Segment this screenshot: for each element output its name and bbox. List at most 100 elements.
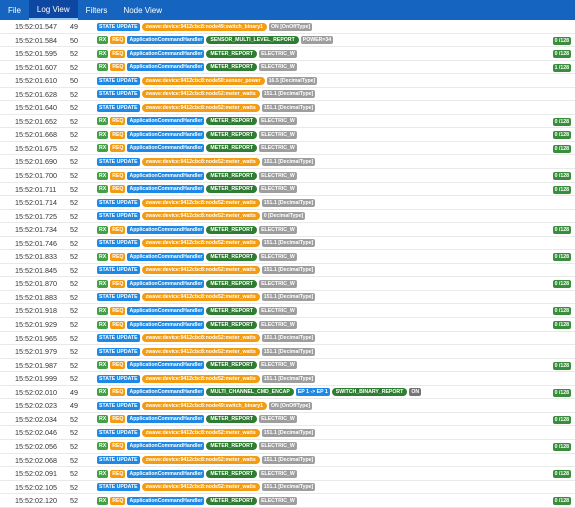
log-row[interactable]: 15:52:02.068 52 STATE UPDATE zwave:device:9… bbox=[0, 454, 575, 468]
log-row[interactable]: 15:52:01.883 52 STATE UPDATE zwave:device:9… bbox=[0, 291, 575, 305]
log-time: 15:52:01.675 bbox=[15, 143, 57, 153]
channel-uid-badge: zwave:device:9412cbc8:node52:meter_watts bbox=[141, 239, 260, 248]
log-badges: RX REQ ApplicationCommandHandler METER_REPO… bbox=[97, 320, 297, 329]
log-node-id: 52 bbox=[70, 103, 78, 113]
log-node-id: 49 bbox=[70, 387, 78, 397]
rx-badge: RX bbox=[97, 442, 109, 451]
log-row[interactable]: 15:52:01.929 52 RX REQ ApplicationCommandHan… bbox=[0, 318, 575, 332]
handler-badge: ApplicationCommandHandler bbox=[127, 361, 205, 370]
value-badge: ON bbox=[409, 388, 422, 397]
state-value-badge: 151.1 [DecimalType] bbox=[261, 428, 316, 437]
log-row[interactable]: 15:52:01.918 52 RX REQ ApplicationCommandHan… bbox=[0, 304, 575, 319]
log-row[interactable]: 15:52:01.595 52 RX REQ ApplicationCommandHan… bbox=[0, 47, 575, 61]
log-row[interactable]: 15:52:01.999 52 STATE UPDATE zwave:device:9… bbox=[0, 372, 575, 386]
handler-badge: ApplicationCommandHandler bbox=[127, 225, 205, 234]
log-row[interactable]: 15:52:01.725 52 STATE UPDATE zwave:device:9… bbox=[0, 210, 575, 224]
log-time: 15:52:01.700 bbox=[15, 171, 57, 181]
handler-badge: ApplicationCommandHandler bbox=[127, 469, 205, 478]
log-row[interactable]: 15:52:01.987 52 RX REQ ApplicationCommandHan… bbox=[0, 359, 575, 373]
report-type-badge: ELECTRIC_W bbox=[259, 117, 297, 126]
log-row[interactable]: 15:52:01.746 52 STATE UPDATE zwave:device:9… bbox=[0, 237, 575, 251]
rx-badge: RX bbox=[97, 279, 109, 288]
log-row[interactable]: 15:52:02.010 49 RX REQ ApplicationCommandHan… bbox=[0, 386, 575, 400]
channel-uid-badge: zwave:device:9412cbc8:node52:meter_watts bbox=[141, 334, 260, 343]
log-row[interactable]: 15:52:01.870 52 RX REQ ApplicationCommandHan… bbox=[0, 277, 575, 291]
log-row[interactable]: 15:52:01.714 52 STATE UPDATE zwave:device:9… bbox=[0, 196, 575, 210]
log-node-id: 52 bbox=[70, 130, 78, 140]
report-type-badge: ELECTRIC_W bbox=[259, 130, 297, 139]
log-time: 15:52:01.668 bbox=[15, 130, 57, 140]
log-row[interactable]: 15:52:01.965 52 STATE UPDATE zwave:device:9… bbox=[0, 332, 575, 346]
req-badge: REQ bbox=[110, 185, 126, 194]
log-row[interactable]: 15:52:02.091 52 RX REQ ApplicationCommandHan… bbox=[0, 467, 575, 481]
log-badges: RX REQ ApplicationCommandHandler METER_REPO… bbox=[97, 144, 297, 153]
channel-uid-badge: zwave:device:9412cbc8:node52:meter_watts bbox=[141, 456, 260, 464]
log-row[interactable]: 15:52:01.700 52 RX REQ ApplicationCommandHan… bbox=[0, 169, 575, 183]
log-row[interactable]: 15:52:02.046 52 STATE UPDATE zwave:device:9… bbox=[0, 426, 575, 440]
log-node-id: 52 bbox=[70, 482, 78, 492]
log-row[interactable]: 15:52:01.652 52 RX REQ ApplicationCommandHan… bbox=[0, 115, 575, 129]
log-time: 15:52:02.105 bbox=[15, 482, 57, 492]
log-row[interactable]: 15:52:01.675 52 RX REQ ApplicationCommandHan… bbox=[0, 142, 575, 156]
channel-uid-badge: zwave:device:9412cbc8:node52:meter_watts bbox=[141, 266, 260, 275]
log-node-id: 52 bbox=[70, 441, 78, 451]
log-time: 15:52:01.725 bbox=[15, 211, 57, 221]
log-time: 15:52:01.547 bbox=[15, 22, 57, 31]
log-row[interactable]: 15:52:01.628 52 STATE UPDATE zwave:device:9… bbox=[0, 88, 575, 102]
log-row[interactable]: 15:52:01.845 52 STATE UPDATE zwave:device:9… bbox=[0, 264, 575, 278]
tab-file[interactable]: File bbox=[0, 0, 29, 20]
log-row[interactable]: 15:52:02.056 52 RX REQ ApplicationCommandHan… bbox=[0, 440, 575, 454]
retry-count-badge: 0 /128 bbox=[552, 226, 571, 235]
handler-badge: ApplicationCommandHandler bbox=[127, 279, 205, 288]
log-node-id: 52 bbox=[70, 198, 78, 208]
state-value-badge: 151.1 [DecimalType] bbox=[261, 347, 316, 356]
handler-badge: ApplicationCommandHandler bbox=[127, 171, 205, 180]
tab-node-view[interactable]: Node View bbox=[115, 0, 170, 20]
log-row[interactable]: 15:52:01.711 52 RX REQ ApplicationCommandHan… bbox=[0, 183, 575, 197]
log-badges: RX REQ ApplicationCommandHandler METER_REPO… bbox=[97, 469, 297, 478]
log-badges: RX REQ ApplicationCommandHandler METER_REPO… bbox=[97, 496, 297, 505]
req-badge: REQ bbox=[110, 442, 126, 451]
log-row[interactable]: 15:52:01.833 52 RX REQ ApplicationCommandHan… bbox=[0, 250, 575, 264]
log-badges: RX REQ ApplicationCommandHandler METER_REPO… bbox=[97, 279, 297, 288]
log-row[interactable]: 15:52:01.584 50 RX REQ ApplicationCommandHan… bbox=[0, 34, 575, 48]
log-badges: STATE UPDATE zwave:device:9412cbc8:node52… bbox=[97, 103, 316, 112]
report-type-badge: ELECTRIC_W bbox=[259, 496, 297, 505]
state-value-badge: 151.1 [DecimalType] bbox=[261, 90, 316, 99]
log-node-id: 52 bbox=[70, 469, 78, 479]
rx-badge: RX bbox=[97, 171, 109, 180]
command-class-badge: METER_REPORT bbox=[206, 171, 258, 180]
tab-log-view[interactable]: Log View bbox=[28, 0, 78, 20]
req-badge: REQ bbox=[110, 225, 126, 234]
log-row[interactable]: 15:52:01.610 50 STATE UPDATE zwave:device:9… bbox=[0, 74, 575, 88]
retry-count-badge: 0 /128 bbox=[552, 442, 571, 451]
log-node-id: 52 bbox=[70, 265, 78, 275]
log-time: 15:52:01.584 bbox=[15, 35, 57, 45]
log-row[interactable]: 15:52:01.979 52 STATE UPDATE zwave:device:9… bbox=[0, 345, 575, 359]
log-row[interactable]: 15:52:01.547 49 STATE UPDATE zwave:device:9… bbox=[0, 20, 575, 34]
log-badges: STATE UPDATE zwave:device:9412cbc8:node52… bbox=[97, 456, 316, 464]
handler-badge: ApplicationCommandHandler bbox=[127, 252, 205, 261]
tab-filters[interactable]: Filters bbox=[78, 0, 116, 20]
retry-count-badge: 0 /128 bbox=[552, 185, 571, 194]
channel-uid-badge: zwave:device:9412cbc8:node52:meter_watts bbox=[141, 347, 260, 356]
log-time: 15:52:02.068 bbox=[15, 455, 57, 465]
report-type-badge: ELECTRIC_W bbox=[259, 252, 297, 261]
log-row[interactable]: 15:52:02.120 52 RX REQ ApplicationCommandHan… bbox=[0, 494, 575, 508]
log-row[interactable]: 15:52:02.023 49 STATE UPDATE zwave:device:9… bbox=[0, 399, 575, 413]
log-time: 15:52:01.870 bbox=[15, 279, 57, 289]
log-row[interactable]: 15:52:01.640 52 STATE UPDATE zwave:device:9… bbox=[0, 101, 575, 115]
log-row[interactable]: 15:52:01.690 52 STATE UPDATE zwave:device:9… bbox=[0, 155, 575, 170]
req-badge: REQ bbox=[110, 36, 126, 45]
log-row[interactable]: 15:52:01.734 52 RX REQ ApplicationCommandHan… bbox=[0, 223, 575, 237]
log-row[interactable]: 15:52:01.607 52 RX REQ ApplicationCommandHan… bbox=[0, 61, 575, 75]
report-type-badge: ELECTRIC_W bbox=[259, 144, 297, 153]
log-node-id: 49 bbox=[70, 22, 78, 31]
log-badges: RX REQ ApplicationCommandHandler METER_REPO… bbox=[97, 171, 297, 180]
log-row[interactable]: 15:52:01.668 52 RX REQ ApplicationCommandHan… bbox=[0, 128, 575, 142]
log-row[interactable]: 15:52:02.105 52 STATE UPDATE zwave:device:9… bbox=[0, 481, 575, 495]
log-row[interactable]: 15:52:02.034 52 RX REQ ApplicationCommandHan… bbox=[0, 413, 575, 427]
req-badge: REQ bbox=[110, 496, 126, 505]
command-class-badge: METER_REPORT bbox=[206, 144, 258, 153]
log-time: 15:52:01.640 bbox=[15, 103, 57, 113]
